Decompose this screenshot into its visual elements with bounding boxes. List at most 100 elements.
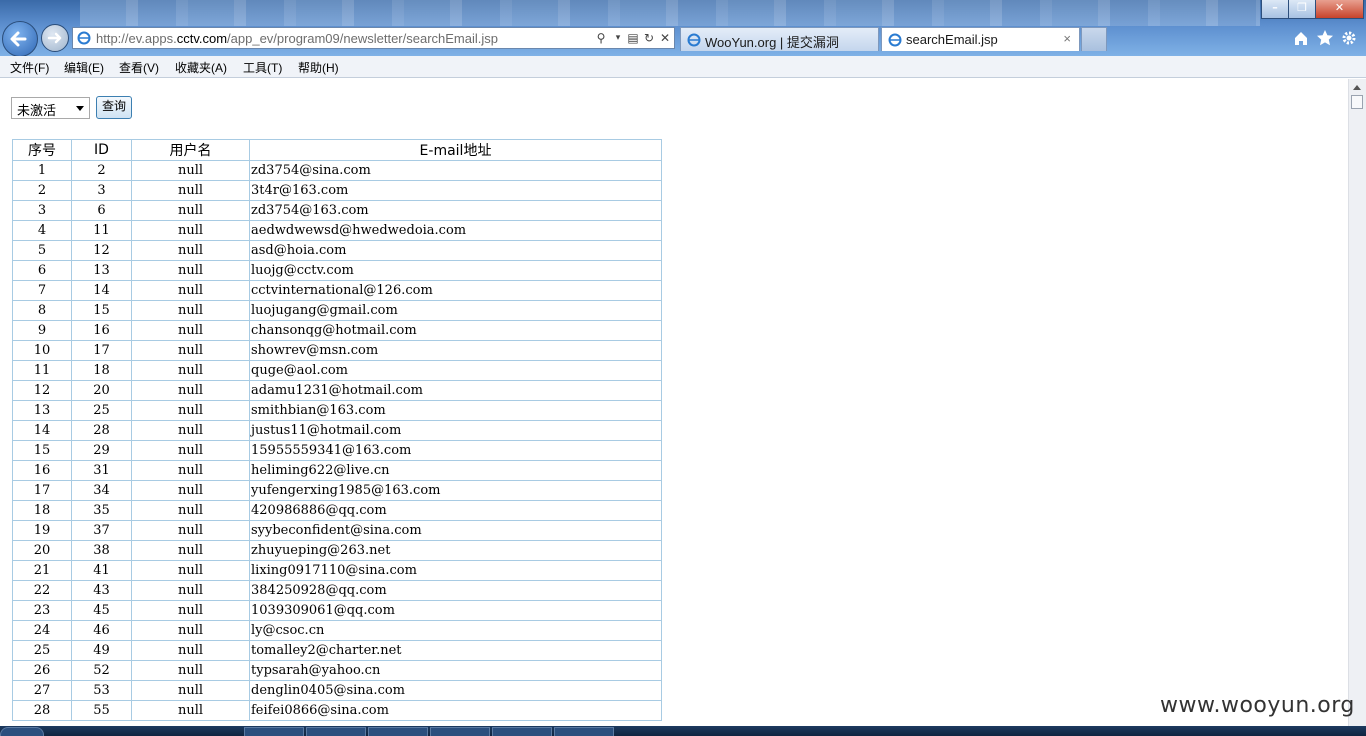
taskbar-item[interactable] bbox=[492, 727, 552, 736]
menu-favorites[interactable]: 收藏夹(A) bbox=[175, 59, 227, 76]
vertical-scrollbar[interactable] bbox=[1348, 79, 1366, 726]
cell-index: 20 bbox=[12, 540, 72, 561]
cell-index: 14 bbox=[12, 420, 72, 441]
search-icon[interactable]: ⚲ bbox=[594, 31, 608, 45]
cell-id: 29 bbox=[71, 440, 132, 461]
window-close-button[interactable]: ✕ bbox=[1315, 0, 1364, 19]
table-row: 14 28 null justus11@hotmail.com bbox=[12, 420, 662, 441]
cell-email: lixing0917110@sina.com bbox=[249, 560, 662, 581]
ie-page-icon bbox=[687, 33, 701, 47]
cell-index: 2 bbox=[12, 180, 72, 201]
cell-username: null bbox=[131, 460, 250, 481]
taskbar-item[interactable] bbox=[554, 727, 614, 736]
dropdown-arrow-icon bbox=[76, 106, 84, 111]
table-row: 9 16 null chansonqg@hotmail.com bbox=[12, 320, 662, 341]
cell-id: 6 bbox=[71, 200, 132, 221]
table-row: 7 14 null cctvinternational@126.com bbox=[12, 280, 662, 301]
cell-id: 16 bbox=[71, 320, 132, 341]
menu-edit[interactable]: 编辑(E) bbox=[64, 59, 104, 76]
cell-username: null bbox=[131, 240, 250, 261]
forward-arrow-icon bbox=[47, 32, 62, 44]
forward-button[interactable] bbox=[41, 24, 69, 52]
cell-id: 35 bbox=[71, 500, 132, 521]
cell-username: null bbox=[131, 340, 250, 361]
column-header-email: E-mail地址 bbox=[249, 139, 662, 161]
cell-id: 25 bbox=[71, 400, 132, 421]
menu-tools[interactable]: 工具(T) bbox=[243, 59, 282, 76]
tab-wooyun[interactable]: WooYun.org | 提交漏洞 bbox=[680, 27, 879, 51]
cell-email: 1039309061@qq.com bbox=[249, 600, 662, 621]
cell-username: null bbox=[131, 440, 250, 461]
table-row: 19 37 null syybeconfident@sina.com bbox=[12, 520, 662, 541]
page-content: 未激活 查询 序号 ID 用户名 E-mail地址 1 2 null zd3754@s… bbox=[0, 79, 1348, 726]
query-button[interactable]: 查询 bbox=[96, 96, 132, 119]
table-row: 23 45 null 1039309061@qq.com bbox=[12, 600, 662, 621]
tab-search-email[interactable]: searchEmail.jsp × bbox=[881, 27, 1080, 51]
table-row: 10 17 null showrev@msn.com bbox=[12, 340, 662, 361]
cell-email: chansonqg@hotmail.com bbox=[249, 320, 662, 341]
table-row: 18 35 null 420986886@qq.com bbox=[12, 500, 662, 521]
cell-username: null bbox=[131, 300, 250, 321]
address-bar[interactable]: http://ev.apps.cctv.com/app_ev/program09… bbox=[72, 27, 675, 49]
cell-id: 55 bbox=[71, 700, 132, 721]
taskbar-item[interactable] bbox=[244, 727, 304, 736]
cell-email: ly@csoc.cn bbox=[249, 620, 662, 641]
cell-email: asd@hoia.com bbox=[249, 240, 662, 261]
cell-index: 22 bbox=[12, 580, 72, 601]
table-row: 17 34 null yufengerxing1985@163.com bbox=[12, 480, 662, 501]
column-header-index: 序号 bbox=[12, 139, 72, 161]
back-button[interactable] bbox=[2, 21, 38, 57]
gear-icon[interactable] bbox=[1340, 29, 1358, 47]
table-row: 5 12 null asd@hoia.com bbox=[12, 240, 662, 261]
status-filter-select[interactable]: 未激活 bbox=[11, 97, 90, 119]
tab-close-icon[interactable]: × bbox=[1063, 31, 1071, 46]
cell-username: null bbox=[131, 660, 250, 681]
menu-view[interactable]: 查看(V) bbox=[119, 59, 159, 76]
column-header-username: 用户名 bbox=[131, 139, 250, 161]
favorites-star-icon[interactable] bbox=[1316, 29, 1334, 47]
cell-email: aedwdwewsd@hwedwedoia.com bbox=[249, 220, 662, 241]
cell-email: yufengerxing1985@163.com bbox=[249, 480, 662, 501]
compatibility-view-icon[interactable]: ▤ bbox=[626, 31, 640, 45]
cell-username: null bbox=[131, 480, 250, 501]
scroll-up-arrow-icon[interactable] bbox=[1353, 85, 1361, 90]
cell-username: null bbox=[131, 380, 250, 401]
cell-id: 37 bbox=[71, 520, 132, 541]
taskbar-item[interactable] bbox=[306, 727, 366, 736]
maximize-button[interactable]: ❐ bbox=[1288, 0, 1316, 19]
table-row: 13 25 null smithbian@163.com bbox=[12, 400, 662, 421]
new-tab-button[interactable] bbox=[1081, 27, 1107, 51]
cell-username: null bbox=[131, 620, 250, 641]
menu-help[interactable]: 帮助(H) bbox=[298, 59, 339, 76]
cell-id: 45 bbox=[71, 600, 132, 621]
cell-email: showrev@msn.com bbox=[249, 340, 662, 361]
menu-file[interactable]: 文件(F) bbox=[10, 59, 49, 76]
cell-index: 7 bbox=[12, 280, 72, 301]
home-icon[interactable] bbox=[1292, 29, 1310, 47]
cell-username: null bbox=[131, 220, 250, 241]
cell-id: 17 bbox=[71, 340, 132, 361]
taskbar bbox=[0, 726, 1366, 736]
stop-icon[interactable]: ✕ bbox=[658, 31, 672, 45]
email-table: 序号 ID 用户名 E-mail地址 1 2 null zd3754@sina.com… bbox=[12, 139, 662, 721]
cell-id: 20 bbox=[71, 380, 132, 401]
refresh-icon[interactable]: ↻ bbox=[642, 31, 656, 45]
cell-id: 38 bbox=[71, 540, 132, 561]
cell-id: 15 bbox=[71, 300, 132, 321]
minimize-button[interactable]: – bbox=[1261, 0, 1289, 19]
table-row: 15 29 null 15955559341@163.com bbox=[12, 440, 662, 461]
cell-id: 49 bbox=[71, 640, 132, 661]
taskbar-item[interactable] bbox=[430, 727, 490, 736]
dropdown-arrow-icon[interactable]: ▾ bbox=[611, 31, 625, 45]
table-row: 20 38 null zhuyueping@263.net bbox=[12, 540, 662, 561]
start-button[interactable] bbox=[0, 727, 44, 736]
cell-id: 2 bbox=[71, 160, 132, 181]
cell-index: 28 bbox=[12, 700, 72, 721]
scrollbar-thumb[interactable] bbox=[1351, 95, 1363, 109]
table-row: 1 2 null zd3754@sina.com bbox=[12, 160, 662, 181]
cell-index: 27 bbox=[12, 680, 72, 701]
taskbar-item[interactable] bbox=[368, 727, 428, 736]
cell-index: 13 bbox=[12, 400, 72, 421]
table-row: 6 13 null luojg@cctv.com bbox=[12, 260, 662, 281]
desktop-background-strip bbox=[80, 0, 1260, 26]
